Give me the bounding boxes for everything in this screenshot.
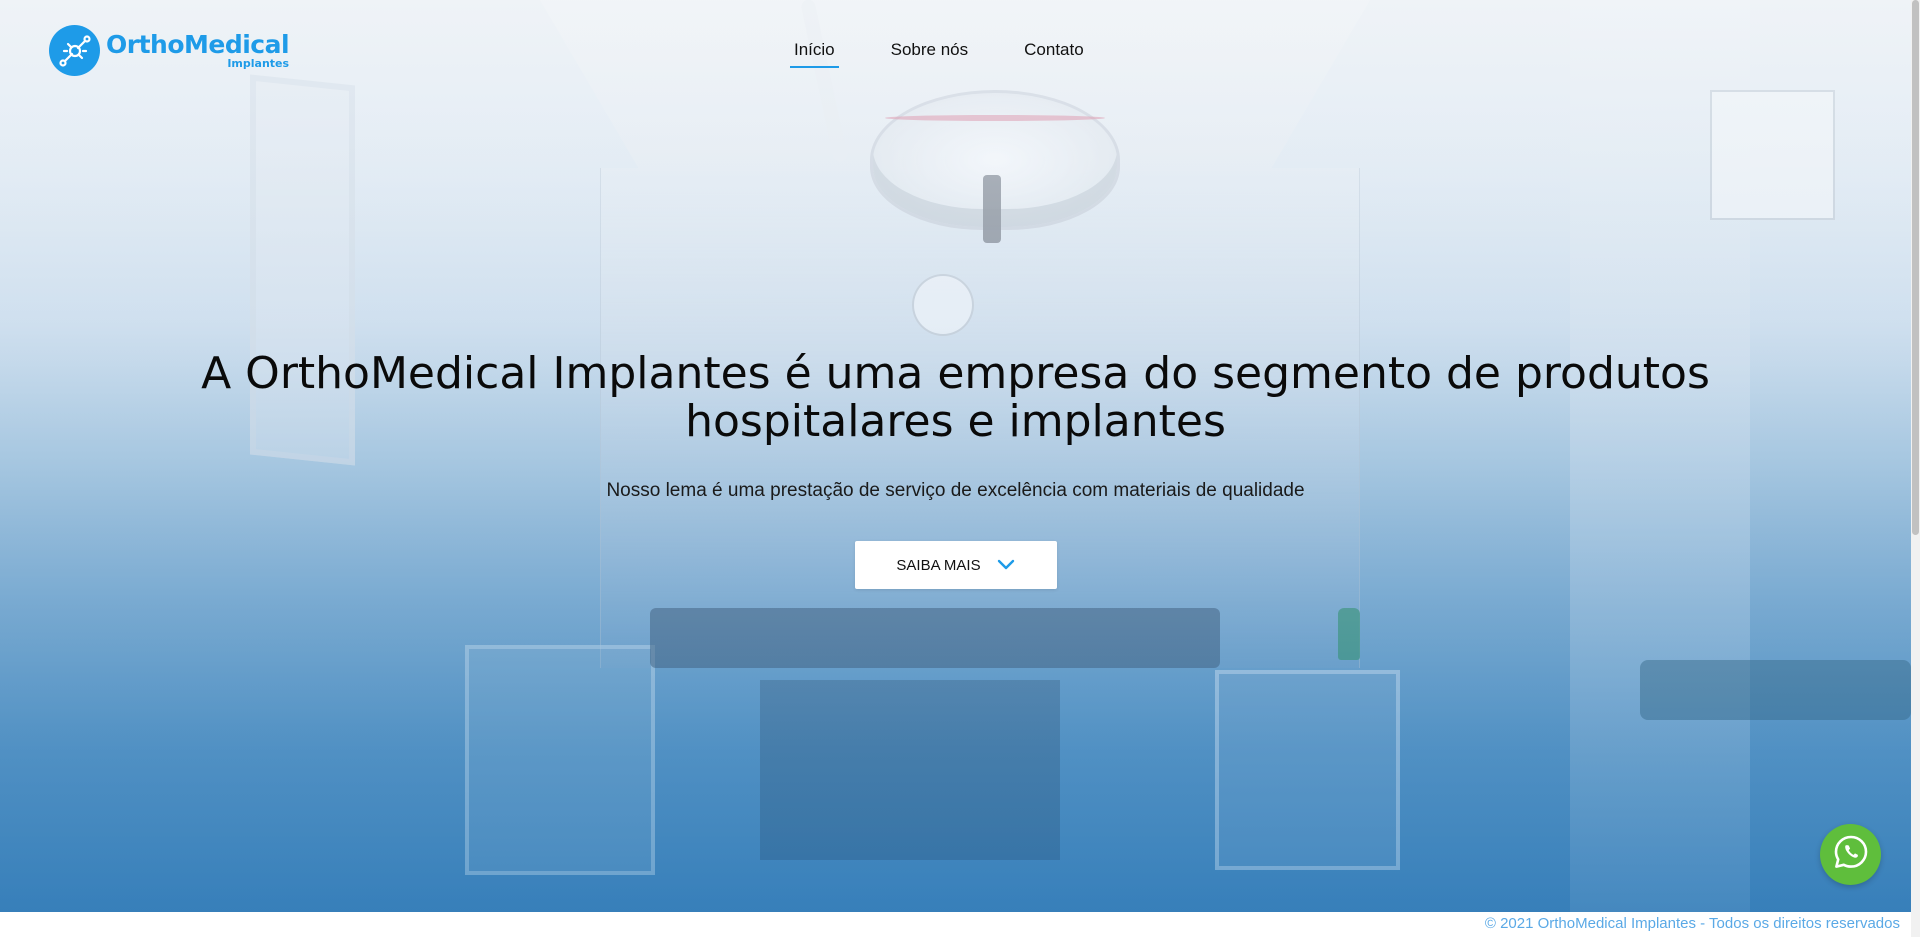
page: OrthoMedical Implantes Início Sobre nós … (0, 0, 1920, 937)
site-footer: © 2021 OrthoMedical Implantes - Todos os… (0, 912, 1911, 937)
scrollbar-thumb[interactable] (1912, 0, 1919, 535)
whatsapp-button[interactable] (1820, 824, 1881, 885)
brand-name: OrthoMedical (106, 30, 290, 59)
hero-content: A OrthoMedical Implantes é uma empresa d… (0, 350, 1911, 589)
nav-item-sobre-nos[interactable]: Sobre nós (887, 40, 973, 68)
brand-subname: Implantes (227, 57, 290, 70)
bone-joint-icon (49, 25, 100, 76)
nav-item-inicio[interactable]: Início (790, 40, 839, 68)
main-nav: Início Sobre nós Contato (790, 40, 1136, 68)
brand-text: OrthoMedical Implantes (106, 30, 290, 70)
hero-title: A OrthoMedical Implantes é uma empresa d… (201, 348, 1710, 447)
page-scrollbar[interactable] (1911, 0, 1920, 937)
copyright-text: © 2021 OrthoMedical Implantes - Todos os… (1484, 915, 1900, 932)
nav-item-contato[interactable]: Contato (1020, 40, 1088, 68)
brand-logo[interactable]: OrthoMedical Implantes (49, 25, 290, 76)
site-header: OrthoMedical Implantes Início Sobre nós … (0, 0, 1911, 100)
chevron-down-icon (997, 559, 1015, 571)
saiba-mais-button[interactable]: SAIBA MAIS (854, 541, 1057, 589)
saiba-mais-label: SAIBA MAIS (896, 556, 981, 574)
hero-subtitle: Nosso lema é uma prestação de serviço de… (606, 480, 1305, 501)
whatsapp-icon (1832, 833, 1870, 876)
